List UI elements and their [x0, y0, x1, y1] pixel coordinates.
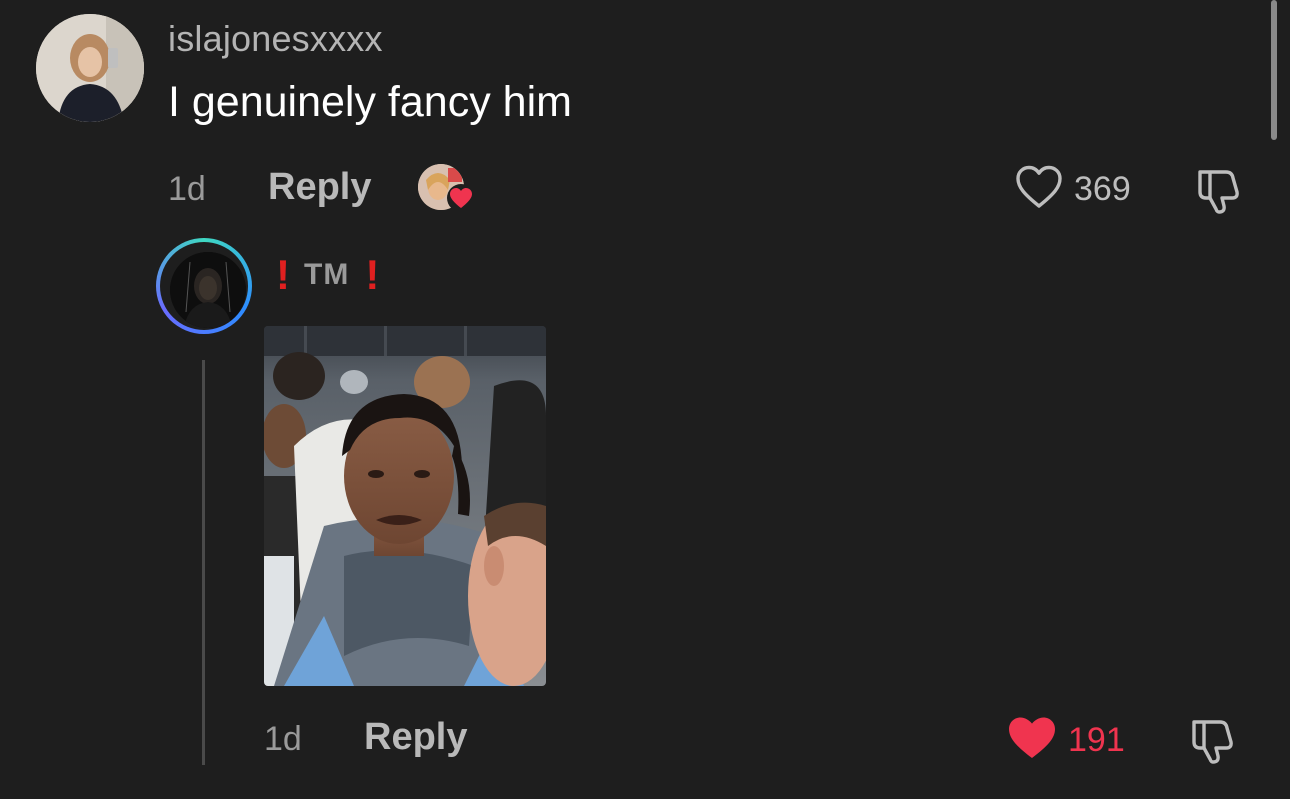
scrollbar[interactable] — [1271, 0, 1277, 140]
comment-text: I genuinely fancy him — [168, 78, 572, 126]
reply-username-text: TM — [304, 258, 350, 291]
creator-liked-badge — [418, 164, 478, 214]
comment-username[interactable]: islajonesxxxx — [168, 18, 383, 60]
reply-avatar[interactable] — [156, 238, 252, 334]
reply-timestamp: 1d — [264, 720, 302, 758]
reply-image[interactable] — [264, 326, 546, 686]
heart-outline-icon — [1014, 164, 1064, 215]
like-button[interactable]: 369 — [1014, 164, 1131, 215]
thumbs-down-icon[interactable] — [1192, 164, 1244, 216]
heart-filled-icon — [1006, 714, 1058, 767]
thumbs-down-icon[interactable] — [1186, 714, 1238, 766]
like-count: 369 — [1074, 170, 1131, 208]
avatar[interactable] — [36, 14, 144, 122]
thread-line — [202, 360, 205, 765]
exclamation-icon: ! — [276, 251, 290, 298]
reply-button[interactable]: Reply — [364, 716, 467, 759]
heart-filled-icon — [446, 184, 476, 212]
like-button[interactable]: 191 — [1006, 714, 1125, 767]
like-count: 191 — [1068, 721, 1125, 759]
reply-username[interactable]: ! TM ! — [276, 254, 379, 296]
exclamation-icon: ! — [365, 251, 380, 298]
comment-thread: islajonesxxxx I genuinely fancy him 1d R… — [0, 0, 1290, 799]
comment-timestamp: 1d — [168, 170, 206, 208]
reply-button[interactable]: Reply — [268, 166, 371, 209]
